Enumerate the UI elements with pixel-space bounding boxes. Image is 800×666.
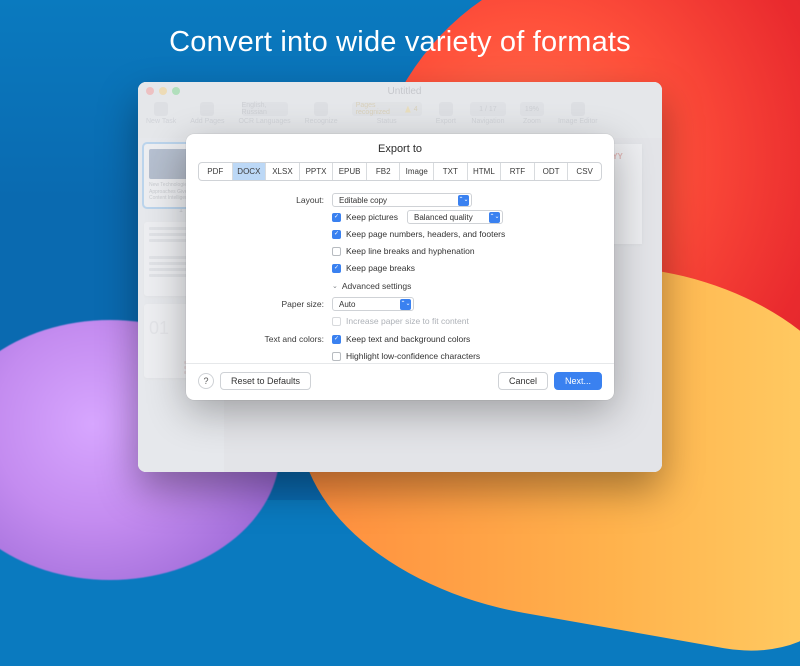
chevron-updown-icon: ⌃⌄ [489,212,500,223]
increase-paper-checkbox [332,317,341,326]
status-pill[interactable]: Pages recognized4 [352,102,422,116]
format-tab-rtf[interactable]: RTF [501,163,535,180]
toolbar-label: Image Editor [558,118,598,125]
toolbar-label: Zoom [523,118,541,125]
window-title: Untitled [155,86,654,97]
format-tab-csv[interactable]: CSV [568,163,601,180]
toolbar-label: OCR Languages [238,118,290,125]
titlebar: Untitled [138,82,662,100]
checkbox-label: Keep text and background colors [346,334,470,344]
highlight-low-confidence-checkbox[interactable] [332,352,341,361]
chevron-down-icon: ⌄ [332,282,338,290]
dialog-title: Export to [186,134,614,162]
keep-page-breaks-checkbox[interactable]: ✓ [332,264,341,273]
format-tab-txt[interactable]: TXT [434,163,468,180]
toolbar-label: Export [436,118,456,125]
format-tab-odt[interactable]: ODT [535,163,569,180]
checkbox-label: Keep page numbers, headers, and footers [346,229,505,239]
toolbar: New Task Add Pages English, Russian OCR L… [138,100,662,138]
new-task-icon[interactable] [154,102,168,116]
toolbar-label: Recognize [305,118,338,125]
recognize-icon[interactable] [314,102,328,116]
advanced-settings-disclosure[interactable]: ⌄ Advanced settings [332,281,411,291]
toolbar-label: Status [377,118,397,125]
format-tab-html[interactable]: HTML [468,163,502,180]
checkbox-label: Keep line breaks and hyphenation [346,246,475,256]
ocr-languages-select[interactable]: English, Russian [242,102,288,116]
chevron-updown-icon: ⌃⌄ [458,195,469,206]
keep-page-numbers-checkbox[interactable]: ✓ [332,230,341,239]
format-tab-xlsx[interactable]: XLSX [266,163,300,180]
format-tab-image[interactable]: Image [400,163,434,180]
cancel-button[interactable]: Cancel [498,372,548,390]
add-pages-icon[interactable] [200,102,214,116]
format-tab-epub[interactable]: EPUB [333,163,367,180]
toolbar-label: Add Pages [190,118,224,125]
image-editor-icon[interactable] [571,102,585,116]
checkbox-label: Highlight low-confidence characters [346,351,480,361]
text-colors-label: Text and colors: [204,334,332,344]
checkbox-label: Increase paper size to fit content [346,316,469,326]
zoom-value[interactable]: 19% [520,102,544,116]
format-tab-pdf[interactable]: PDF [199,163,233,180]
reset-defaults-button[interactable]: Reset to Defaults [220,372,311,390]
toolbar-label: Navigation [471,118,504,125]
export-dialog: Export to PDFDOCXXLSXPPTXEPUBFB2ImageTXT… [186,134,614,400]
paper-size-label: Paper size: [204,299,332,309]
chevron-updown-icon: ⌃⌄ [400,299,411,310]
keep-text-colors-checkbox[interactable]: ✓ [332,335,341,344]
toolbar-label: New Task [146,118,176,125]
keep-pictures-checkbox[interactable]: ✓ [332,213,341,222]
paper-size-select[interactable]: Auto ⌃⌄ [332,297,414,311]
export-icon[interactable] [439,102,453,116]
help-button[interactable]: ? [198,373,214,389]
page-nav[interactable]: 1 / 17 [470,102,506,116]
next-button[interactable]: Next... [554,372,602,390]
layout-select[interactable]: Editable copy ⌃⌄ [332,193,472,207]
format-tabs: PDFDOCXXLSXPPTXEPUBFB2ImageTXTHTMLRTFODT… [198,162,602,181]
close-icon[interactable] [146,87,154,95]
checkbox-label: Keep pictures [346,212,398,222]
format-tab-fb2[interactable]: FB2 [367,163,401,180]
format-tab-docx[interactable]: DOCX [233,163,267,180]
keep-line-breaks-checkbox[interactable] [332,247,341,256]
layout-label: Layout: [204,195,332,205]
picture-quality-select[interactable]: Balanced quality ⌃⌄ [407,210,503,224]
format-tab-pptx[interactable]: PPTX [300,163,334,180]
marketing-headline: Convert into wide variety of formats [0,26,800,59]
warning-icon [405,106,411,113]
checkbox-label: Keep page breaks [346,263,415,273]
